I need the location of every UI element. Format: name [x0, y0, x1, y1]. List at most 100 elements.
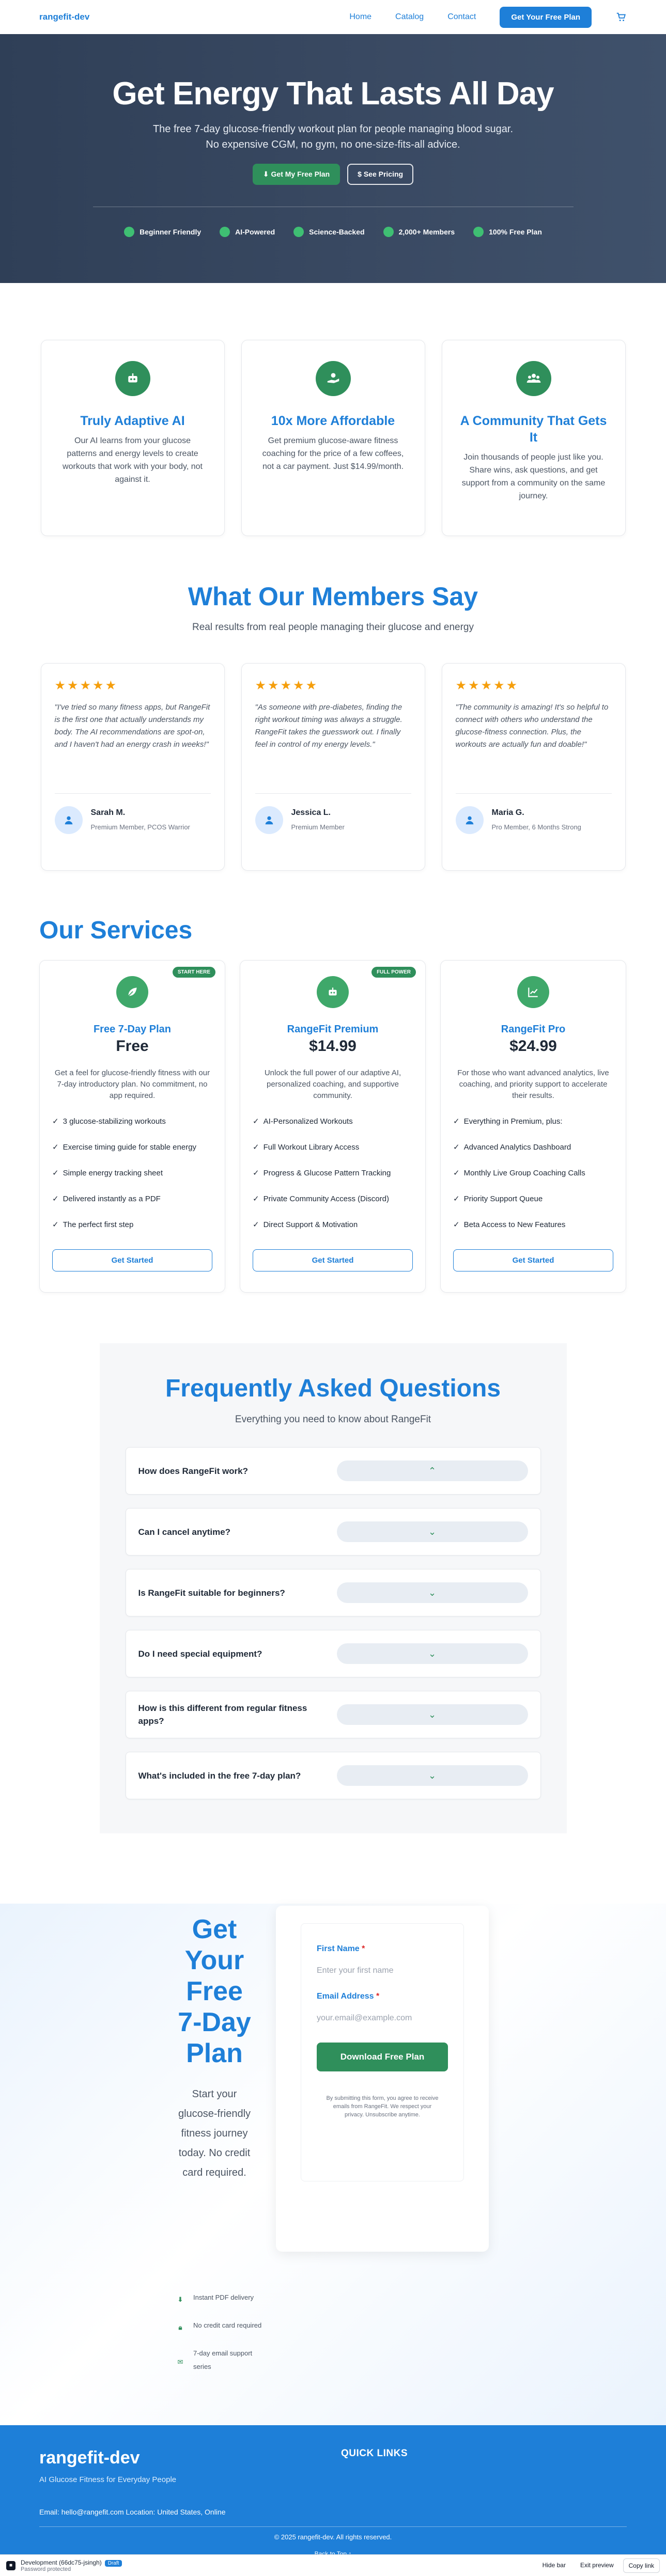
- faq-question: What's included in the free 7-day plan?: [138, 1770, 301, 1781]
- feature-card: A Community That Gets It Join thousands …: [441, 340, 626, 536]
- feature-text: Our AI learns from your glucose patterns…: [63, 436, 203, 484]
- plan-feature: ✓ Monthly Live Group Coaching Calls: [453, 1169, 585, 1177]
- brand-logo[interactable]: rangefit-dev: [39, 12, 89, 22]
- chevron-down-icon[interactable]: ⌄: [336, 1704, 528, 1725]
- signup-section: Get Your Free 7-Day Plan Start your gluc…: [0, 1904, 666, 2425]
- lock-icon: ■: [6, 2561, 16, 2570]
- copy-link-button[interactable]: Copy link: [623, 2558, 660, 2573]
- divider: [54, 793, 211, 794]
- testimonial-author: Jessica L. Premium Member: [255, 806, 411, 834]
- feature-title: 10x More Affordable: [271, 414, 395, 428]
- check-icon: ✓: [52, 1195, 59, 1203]
- footer-contact: Email: hello@rangefit.com Location: Unit…: [39, 2508, 226, 2516]
- service-card-premium: FULL POWER RangeFit Premium $14.99 Unloc…: [240, 960, 426, 1293]
- exit-preview-button[interactable]: Exit preview: [575, 2558, 619, 2573]
- get-started-button[interactable]: Get Started: [453, 1249, 613, 1271]
- preview-title: Development (66dc75-jsingh): [21, 2558, 102, 2566]
- get-started-button[interactable]: Get Started: [253, 1249, 413, 1271]
- plan-description: Unlock the full power of our adaptive AI…: [264, 1069, 401, 1100]
- leaf-icon: [116, 976, 148, 1008]
- star-rating: ★★★★★: [255, 679, 319, 693]
- testimonial-card: ★★★★★ "I've tried so many fitness apps, …: [40, 663, 225, 871]
- quick-links-heading: QUICK LINKS: [341, 2448, 408, 2459]
- badge-members: 2,000+ Members: [383, 227, 455, 237]
- users-icon: [516, 361, 551, 396]
- faq-item[interactable]: Is RangeFit suitable for beginners? ⌄: [125, 1569, 541, 1616]
- nav-catalog[interactable]: Catalog: [395, 12, 424, 22]
- feature-card: 10x More Affordable Get premium glucose-…: [241, 340, 425, 536]
- author-role: Premium Member, PCOS Warrior: [90, 823, 190, 831]
- faq-item[interactable]: Do I need special equipment? ⌄: [125, 1630, 541, 1677]
- badge-free: 100% Free Plan: [473, 227, 542, 237]
- perk-item: 🔒︎ No credit card required: [176, 2319, 264, 2332]
- author-name: Jessica L.: [291, 808, 331, 817]
- faq-item[interactable]: Can I cancel anytime? ⌄: [125, 1508, 541, 1556]
- preview-info: ■ Development (66dc75-jsingh) Draft Passw…: [6, 2559, 122, 2572]
- faq-item[interactable]: What's included in the free 7-day plan? ⌄: [125, 1752, 541, 1799]
- download-icon: ⬇: [177, 2296, 183, 2303]
- faq-item[interactable]: How does RangeFit work? ⌃: [125, 1447, 541, 1495]
- badge-beginner: Beginner Friendly: [124, 227, 201, 237]
- faq-title: Frequently Asked Questions: [165, 1375, 501, 1402]
- services-section: Our Services START HERE Free 7-Day Plan …: [0, 871, 666, 1293]
- get-free-plan-button[interactable]: Get Your Free Plan: [500, 6, 592, 28]
- author-role: Pro Member, 6 Months Strong: [491, 823, 581, 831]
- user-icon: [255, 806, 283, 834]
- plan-features: ✓ 3 glucose-stabilizing workouts ✓ Exercis…: [52, 1109, 212, 1238]
- chevron-down-icon[interactable]: ⌄: [336, 1582, 528, 1603]
- nav-contact[interactable]: Contact: [447, 12, 476, 22]
- faq-list: How does RangeFit work? ⌃ Can I cancel an…: [125, 1447, 541, 1799]
- chevron-down-icon[interactable]: ⌄: [336, 1643, 528, 1664]
- faq-item[interactable]: How is this different from regular fitne…: [125, 1691, 541, 1738]
- hero-buttons: ⬇ Get My Free Plan $ See Pricing: [0, 164, 666, 185]
- chevron-up-icon[interactable]: ⌃: [336, 1460, 528, 1481]
- nav-home[interactable]: Home: [349, 12, 371, 22]
- site-footer: rangefit-dev AI Glucose Fitness for Ever…: [0, 2425, 666, 2557]
- check-icon: ✓: [253, 1117, 259, 1126]
- chevron-down-icon[interactable]: ⌄: [336, 1521, 528, 1542]
- preview-actions: Hide bar Exit preview Copy link: [537, 2558, 660, 2573]
- get-started-button[interactable]: Get Started: [52, 1249, 212, 1271]
- first-name-input[interactable]: [317, 1954, 448, 1992]
- check-icon: ✓: [453, 1143, 460, 1152]
- see-pricing-button[interactable]: $ See Pricing: [347, 164, 414, 185]
- signup-text: Start your glucose-friendly fitness jour…: [178, 2088, 251, 2178]
- plan-name: RangeFit Pro: [501, 1024, 566, 1035]
- footer-divider: [39, 2526, 627, 2527]
- plan-feature: ✓ Priority Support Queue: [453, 1195, 543, 1203]
- hero-title: Get Energy That Lasts All Day: [112, 76, 554, 112]
- cart-icon[interactable]: [615, 11, 627, 23]
- footer-copyright: © 2025 rangefit-dev. All rights reserved…: [274, 2533, 392, 2541]
- testimonial-author: Maria G. Pro Member, 6 Months Strong: [455, 806, 612, 834]
- faq-question: Can I cancel anytime?: [138, 1527, 231, 1537]
- heart-icon: [293, 227, 304, 237]
- plan-feature: ✓ The perfect first step: [52, 1220, 134, 1229]
- signup-form-card: First Name * Email Address * Download Fr…: [276, 1906, 489, 2252]
- preview-subtitle: Password protected: [21, 2566, 71, 2572]
- mail-icon: ✉: [177, 2358, 183, 2366]
- testimonials-subtitle: Real results from real people managing t…: [192, 622, 474, 633]
- trust-badges: Beginner Friendly AI-Powered Science-Bac…: [0, 227, 666, 237]
- plan-name: Free 7-Day Plan: [93, 1024, 172, 1035]
- feature-card: Truly Adaptive AI Our AI learns from you…: [40, 340, 225, 536]
- service-card-free: START HERE Free 7-Day Plan Free Get a fe…: [39, 960, 225, 1293]
- email-input[interactable]: [317, 2001, 448, 2039]
- hide-bar-button[interactable]: Hide bar: [537, 2558, 571, 2573]
- faq-subtitle: Everything you need to know about RangeF…: [235, 1414, 431, 1425]
- faq-question: Is RangeFit suitable for beginners?: [138, 1588, 285, 1598]
- get-my-free-plan-button[interactable]: ⬇ Get My Free Plan: [252, 164, 340, 185]
- signup-perks: ⬇ Instant PDF delivery 🔒︎ No credit card r…: [176, 2291, 264, 2388]
- robot-icon: [220, 227, 230, 237]
- check-icon: ✓: [453, 1117, 460, 1126]
- divider: [455, 793, 612, 794]
- badge-science: Science-Backed: [293, 227, 365, 237]
- hero-section: Get Energy That Lasts All Day The free 7…: [0, 34, 666, 283]
- site-header: rangefit-dev Home Catalog Contact Get Yo…: [0, 0, 666, 34]
- testimonial-card: ★★★★★ "The community is amazing! It's so…: [441, 663, 626, 871]
- testimonial-quote: "As someone with pre-diabetes, finding t…: [255, 703, 402, 749]
- download-free-plan-button[interactable]: Download Free Plan: [317, 2043, 448, 2071]
- chevron-down-icon[interactable]: ⌄: [336, 1765, 528, 1786]
- faq-question: How is this different from regular fitne…: [138, 1703, 307, 1726]
- plan-features: ✓ Everything in Premium, plus: ✓ Advanced …: [453, 1109, 613, 1238]
- plan-feature: ✓ 3 glucose-stabilizing workouts: [52, 1117, 166, 1126]
